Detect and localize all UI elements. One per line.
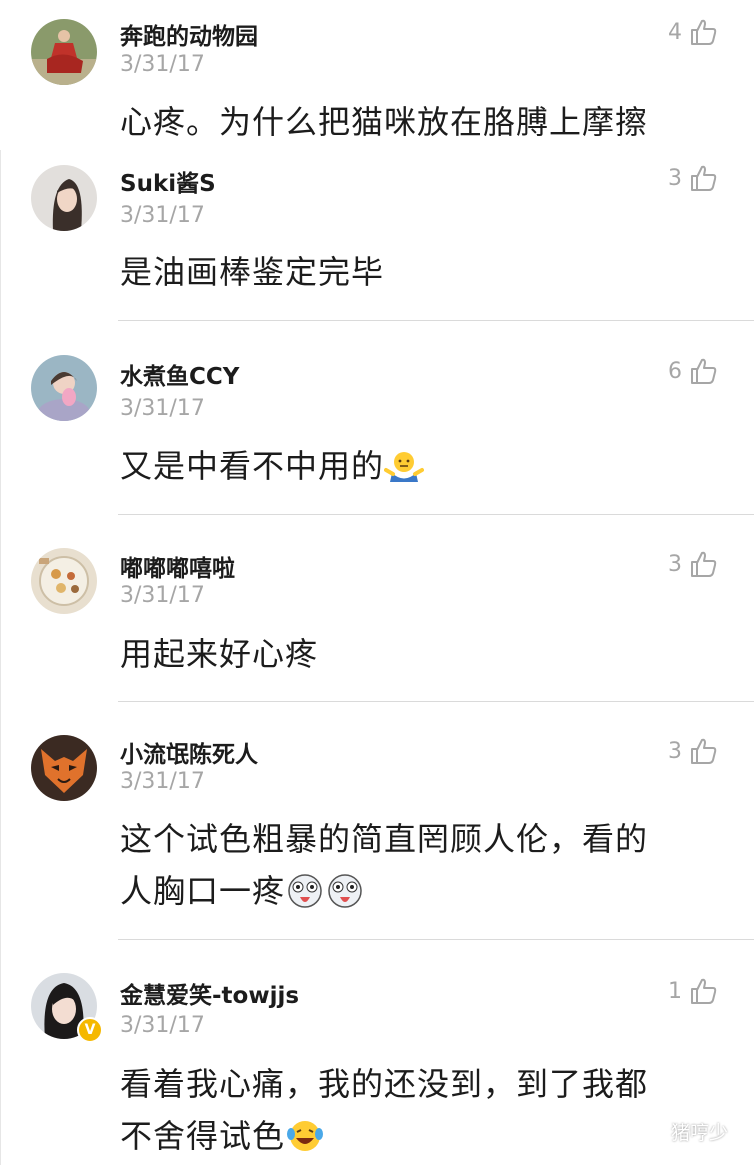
comment-text-line: 这个试色粗暴的简直罔顾人伦，看的	[120, 820, 649, 858]
wechat-icon	[637, 1120, 665, 1142]
shrug-emoji-icon	[384, 452, 425, 482]
like-count: 3	[668, 165, 682, 191]
avatar[interactable]	[31, 548, 97, 614]
comment-text: 心疼。为什么把猫咪放在胳膊上摩擦	[120, 103, 649, 141]
comment-text-block: 看着我心痛，我的还没到，到了我都 不舍得试色	[120, 1058, 720, 1162]
like-button[interactable]: 3	[668, 734, 718, 768]
like-button[interactable]: 3	[668, 161, 718, 195]
watermark-text: 猪哼少	[670, 1122, 728, 1144]
like-button[interactable]: 4	[668, 15, 718, 49]
comment-date: 3/31/17	[120, 769, 205, 794]
comment-date: 3/31/17	[120, 1013, 205, 1038]
like-button[interactable]: 1	[668, 974, 718, 1008]
comment-text: 又是中看不中用的	[120, 447, 385, 485]
verified-badge-icon: V	[77, 1017, 103, 1043]
comment-date: 3/31/17	[120, 52, 205, 77]
husky-emoji-icon	[328, 874, 362, 908]
comment-date: 3/31/17	[120, 203, 205, 228]
comment-date: 3/31/17	[120, 583, 205, 608]
divider	[118, 320, 754, 321]
comment-text-line: 看着我心痛，我的还没到，到了我都	[120, 1065, 649, 1103]
username[interactable]: 水煮鱼CCY	[120, 357, 239, 391]
comment-text: 是油画棒鉴定完毕	[120, 253, 385, 291]
avatar[interactable]	[31, 355, 97, 421]
verified-badge-label: V	[84, 1022, 96, 1038]
thumbs-up-icon	[691, 19, 717, 45]
comment-text-line: 又是中看不中用的	[120, 440, 720, 492]
username[interactable]: 奔跑的动物园	[120, 17, 258, 51]
avatar[interactable]	[31, 735, 97, 801]
like-button[interactable]: 6	[668, 354, 718, 388]
comment-text: 用起来好心疼	[120, 635, 319, 673]
avatar[interactable]	[31, 19, 97, 85]
laughing-tears-emoji-icon	[287, 1121, 324, 1151]
divider	[118, 514, 754, 515]
like-button[interactable]: 3	[668, 547, 718, 581]
left-edge-line	[0, 150, 1, 1165]
username[interactable]: 小流氓陈死人	[120, 735, 258, 769]
like-count: 3	[668, 738, 682, 764]
thumbs-up-icon	[691, 978, 717, 1004]
divider	[118, 939, 754, 940]
thumbs-up-icon	[691, 738, 717, 764]
username[interactable]: 金慧爱笑-towjjs	[120, 976, 299, 1010]
divider	[118, 701, 754, 702]
comment-date: 3/31/17	[120, 396, 205, 421]
husky-emoji-icon	[288, 874, 322, 908]
thumbs-up-icon	[691, 165, 717, 191]
avatar-with-badge[interactable]: V	[31, 973, 103, 1045]
thumbs-up-icon	[691, 551, 717, 577]
username[interactable]: Suki酱S	[120, 164, 216, 198]
comment-text-line: 不舍得试色	[120, 1110, 720, 1162]
comment-text-block: 这个试色粗暴的简直罔顾人伦，看的 人胸口一疼	[120, 813, 720, 917]
comment-text: 不舍得试色	[120, 1117, 286, 1155]
watermark: 猪哼少	[637, 1118, 728, 1145]
avatar[interactable]	[31, 165, 97, 231]
comment-text-line: 人胸口一疼	[120, 865, 720, 917]
like-count: 6	[668, 358, 682, 384]
like-count: 1	[668, 978, 682, 1004]
like-count: 4	[668, 19, 682, 45]
like-count: 3	[668, 551, 682, 577]
thumbs-up-icon	[691, 358, 717, 384]
username[interactable]: 嘟嘟嘟嘻啦	[120, 549, 235, 583]
comment-text: 人胸口一疼	[120, 872, 286, 910]
